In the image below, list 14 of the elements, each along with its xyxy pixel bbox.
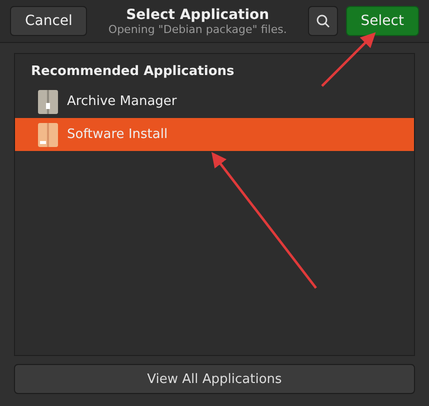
application-name: Archive Manager xyxy=(67,94,177,109)
application-name: Software Install xyxy=(67,127,168,142)
search-button[interactable] xyxy=(308,6,338,36)
cancel-button[interactable]: Cancel xyxy=(10,6,88,36)
zip-file-icon xyxy=(37,88,59,114)
search-icon xyxy=(316,14,330,28)
select-button[interactable]: Select xyxy=(346,6,419,36)
dialog-subtitle: Opening "Debian package" files. xyxy=(108,22,287,36)
view-all-button[interactable]: View All Applications xyxy=(14,364,415,394)
annotation-arrow xyxy=(321,32,376,87)
section-heading: Recommended Applications xyxy=(30,64,236,81)
application-item[interactable]: Archive Manager xyxy=(15,85,414,118)
dialog-title: Select Application xyxy=(126,6,270,22)
package-box-icon xyxy=(37,122,59,148)
